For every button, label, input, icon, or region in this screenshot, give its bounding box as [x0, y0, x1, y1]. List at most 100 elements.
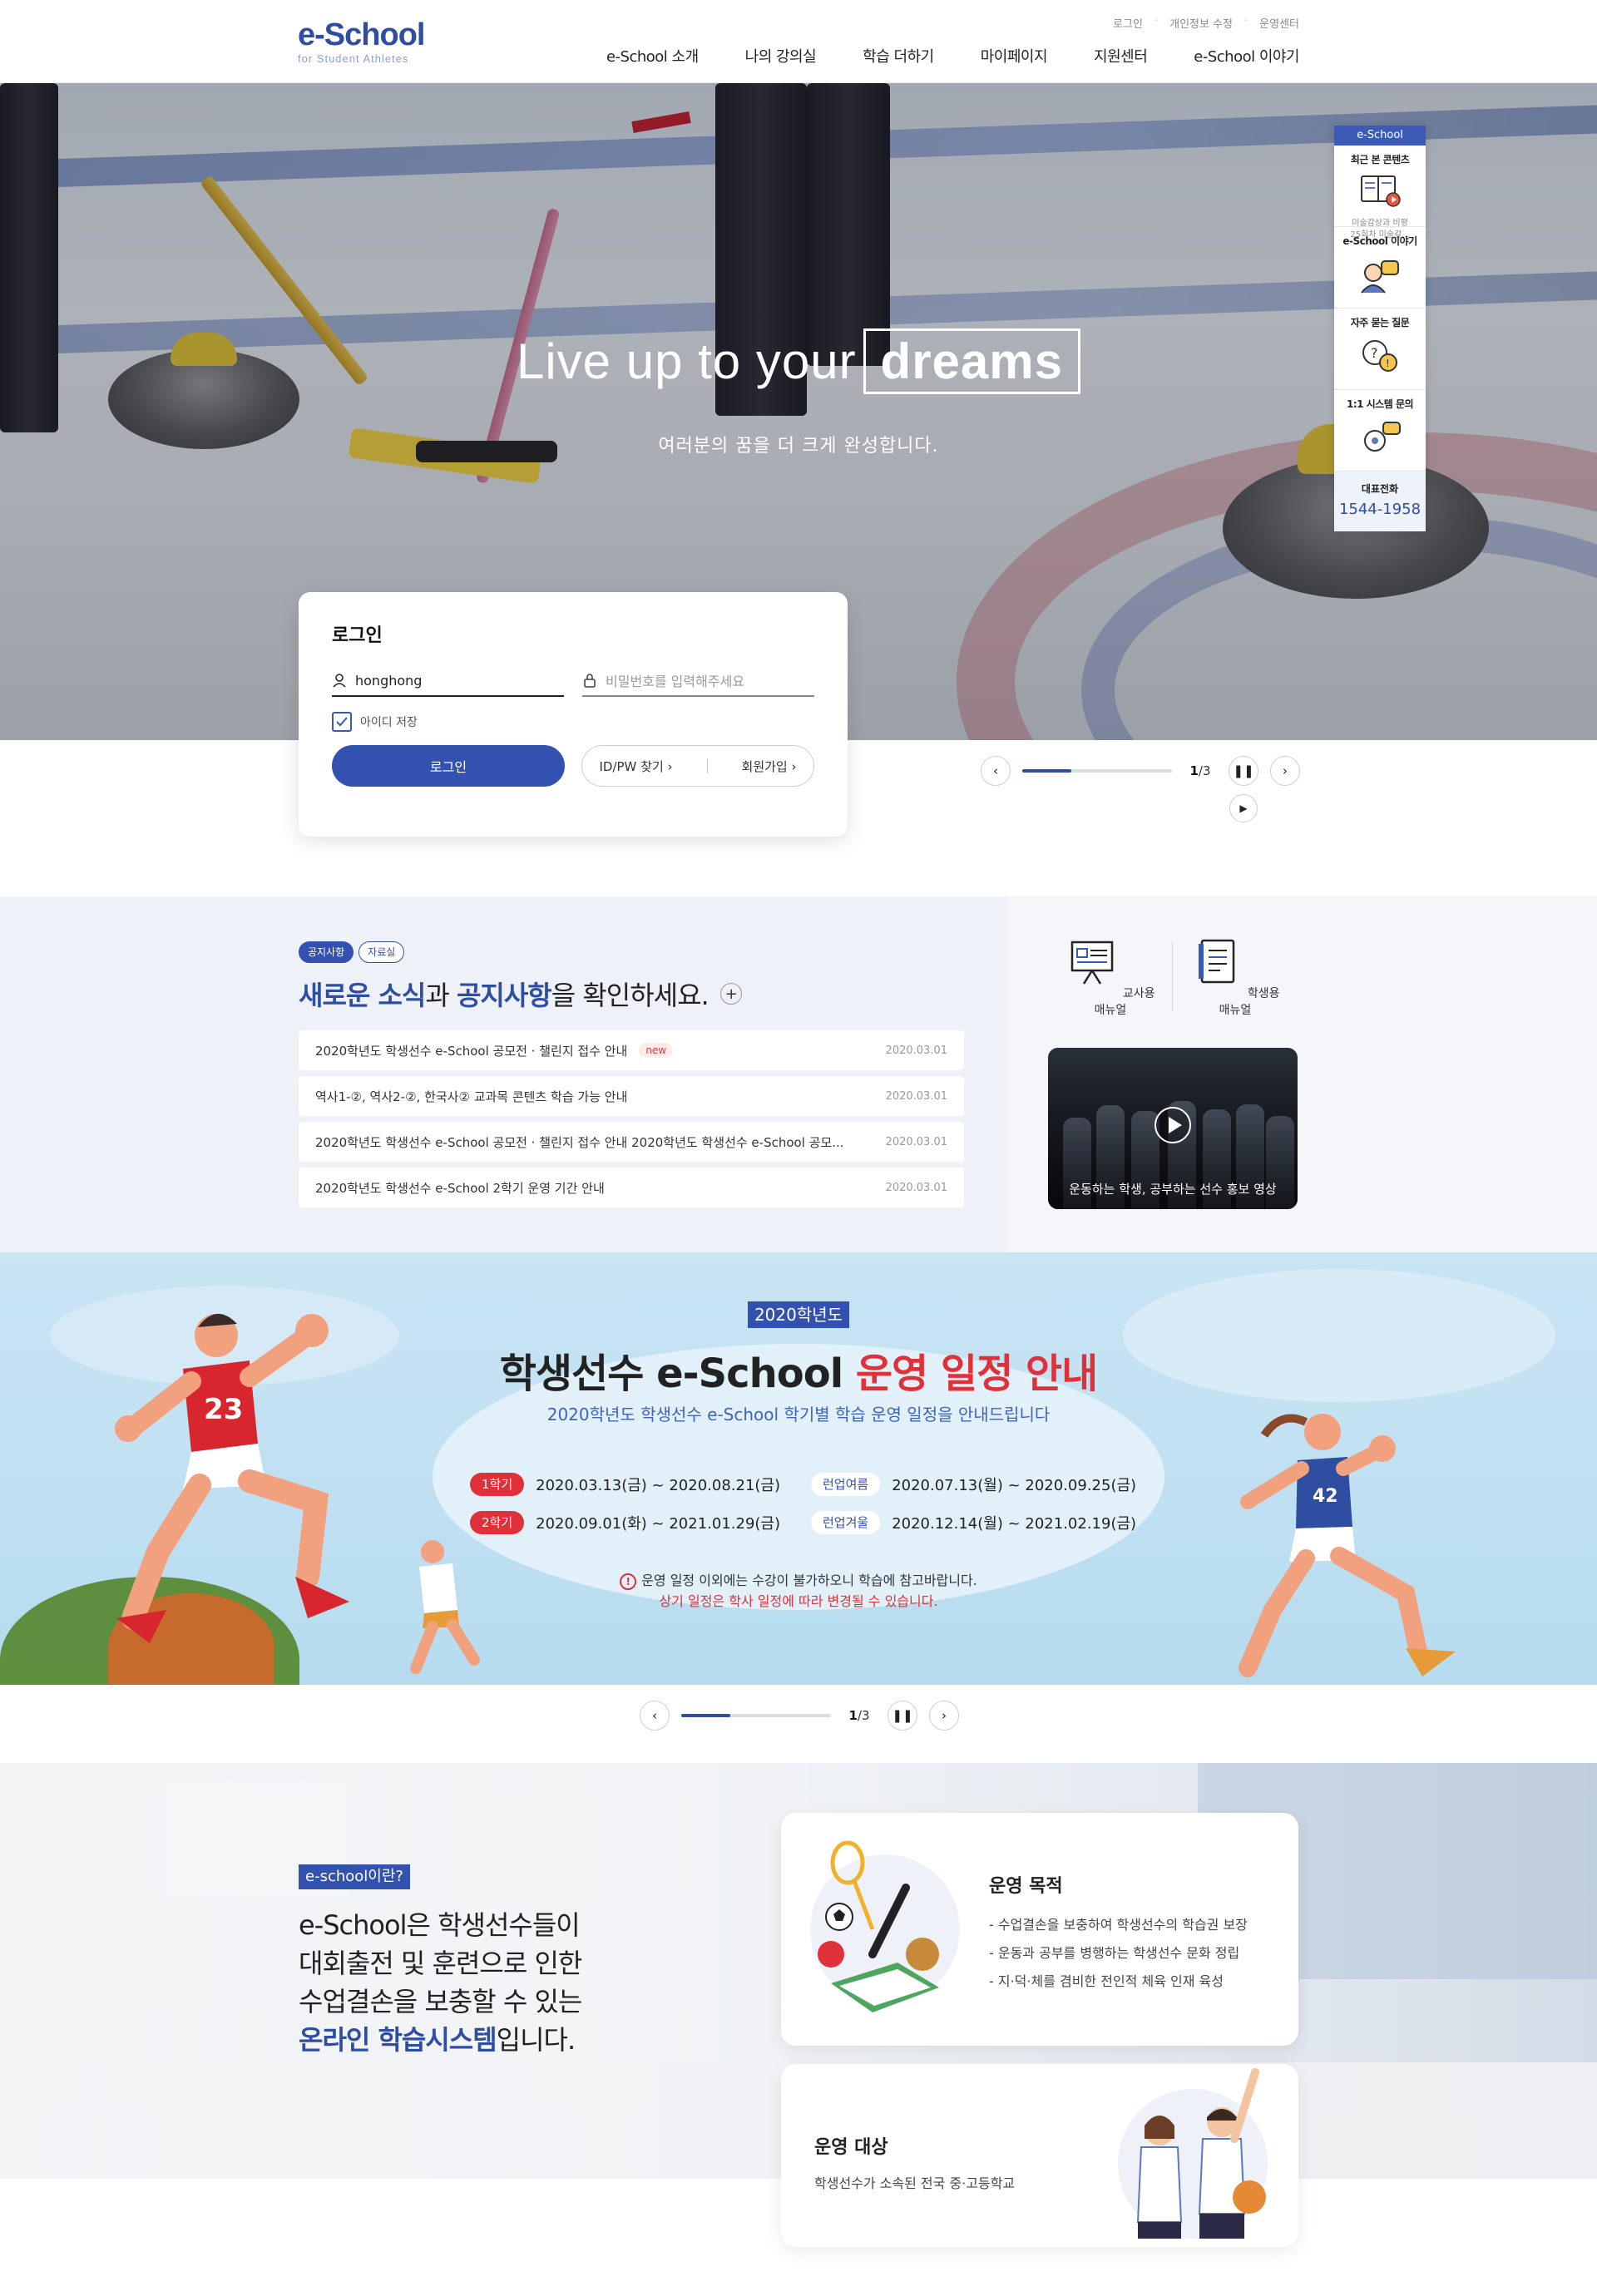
person-chat-icon: [1361, 260, 1399, 294]
nav-item-mypage[interactable]: 마이페이지: [981, 45, 1048, 67]
quick-recent-content[interactable]: 최근 본 콘텐츠 미술감상과 비평 25회차 미술감...: [1334, 146, 1426, 239]
util-login-link[interactable]: 로그인: [1113, 15, 1143, 31]
slider-prev-button[interactable]: ‹: [640, 1701, 670, 1731]
list-item: - 지·덕·체를 겸비한 전인적 체육 인재 육성: [989, 1973, 1224, 1989]
login-sub-links: ID/PW 찾기 › 회원가입 ›: [581, 745, 814, 787]
faq-icon: ? !: [1362, 340, 1397, 372]
about-description: e-School은 학생선수들이 대회출전 및 훈련으로 인한 수업결손을 보충…: [299, 1906, 582, 2059]
nav-item-my-classroom[interactable]: 나의 강의실: [745, 45, 817, 67]
promo-video[interactable]: 운동하는 학생, 공부하는 선수 홍보 영상: [1048, 1048, 1298, 1209]
schedule-change-notice: 상기 일정은 학사 일정에 따라 변경될 수 있습니다.: [659, 1593, 938, 1609]
runner-small-illustration: [410, 1540, 480, 1674]
student-manual-link[interactable]: 학생용 매뉴얼: [1185, 936, 1285, 1018]
divider: [1172, 941, 1173, 1011]
semester-label: 2학기: [470, 1511, 525, 1534]
password-placeholder: 비밀번호를 입력해주세요: [606, 674, 745, 689]
list-item[interactable]: 2020학년도 학생선수 e-School 공모전 · 챌린지 접수 안내 new…: [299, 1030, 964, 1070]
utility-menu: 로그인 · 개인정보 수정 · 운영센터: [1113, 15, 1299, 31]
util-edit-profile-link[interactable]: 개인정보 수정: [1169, 15, 1233, 31]
semester-range: 2020.03.13(금) ~ 2020.08.21(금): [536, 1477, 781, 1494]
teacher-manual-label: 교사용 매뉴얼: [1094, 987, 1155, 1017]
slider-pause-button[interactable]: ❚❚: [887, 1701, 917, 1731]
list-item[interactable]: 2020학년도 학생선수 e-School 2학기 운영 기간 안내 2020.…: [299, 1168, 964, 1207]
slider-prev-button[interactable]: ‹: [981, 756, 1011, 786]
pause-icon: ❚❚: [1233, 763, 1254, 778]
notice-title-highlight2: 공지사항: [456, 980, 552, 1011]
slider-progress-bar: [1022, 769, 1172, 773]
slider-progress-bar: [681, 1714, 831, 1717]
schedule-row-semester1: 1학기 2020.03.13(금) ~ 2020.08.21(금): [470, 1473, 780, 1496]
presentation-board-icon: [1071, 941, 1114, 985]
logo[interactable]: e-School for Student Athletes: [298, 18, 425, 65]
util-operation-center-link[interactable]: 운영센터: [1259, 15, 1299, 31]
nav-item-support[interactable]: 지원센터: [1094, 45, 1148, 67]
slider-total: /3: [1198, 763, 1211, 778]
chevron-right-icon: ›: [667, 758, 673, 774]
list-item[interactable]: 역사1-②, 역사2-②, 한국사② 교과목 콘텐츠 학습 가능 안내 2020…: [299, 1076, 964, 1116]
list-item[interactable]: 2020학년도 학생선수 e-School 공모전 · 챌린지 접수 안내 20…: [299, 1122, 964, 1162]
semester-range: 2020.09.01(화) ~ 2021.01.29(금): [536, 1515, 781, 1533]
list-item: - 수업결손을 보충하여 학생선수의 학습권 보장: [989, 1917, 1248, 1933]
chevron-left-icon: ‹: [993, 763, 998, 778]
tab-notice[interactable]: 공지사항: [299, 941, 354, 963]
chevron-right-icon: ›: [942, 1708, 947, 1723]
slider-progress-fill: [1022, 769, 1072, 773]
notice-item-date: 2020.03.01: [885, 1135, 947, 1148]
students-illustration: [1118, 2068, 1268, 2239]
quick-faq[interactable]: 자주 묻는 질문 ? !: [1334, 309, 1426, 390]
runner-right-illustration: 42: [1239, 1414, 1456, 1677]
quick-item-label: 자주 묻는 질문: [1350, 317, 1410, 328]
teacher-manual-link[interactable]: 교사용 매뉴얼: [1061, 936, 1160, 1018]
slider-pager: 1/3: [1184, 763, 1217, 778]
target-title: 운영 대상: [814, 2137, 888, 2158]
season-range: 2020.12.14(월) ~ 2021.02.19(금): [892, 1515, 1137, 1533]
logo-tagline: for Student Athletes: [298, 52, 409, 65]
save-id-checkbox[interactable]: [332, 712, 352, 732]
play-icon[interactable]: [1154, 1106, 1192, 1144]
util-separator: ·: [1154, 15, 1159, 27]
alert-icon: !: [620, 1573, 637, 1590]
login-button[interactable]: 로그인: [332, 745, 565, 787]
login-box: 로그인 honghong 비밀번호를 입력해주세요 아이디 저장 로그인 ID/…: [299, 592, 848, 837]
gear-chat-icon: [1364, 422, 1401, 452]
schedule-row-summer: 런업여름 2020.07.13(월) ~ 2020.09.25(금): [811, 1473, 1136, 1496]
find-id-pw-link[interactable]: ID/PW 찾기 ›: [599, 758, 672, 775]
schedule-notice-text: 운영 일정 이외에는 수강이 불가하오니 학습에 참고바랍니다.: [641, 1573, 977, 1588]
phone-number[interactable]: 1544-1958: [1334, 501, 1426, 518]
password-field[interactable]: 비밀번호를 입력해주세요: [582, 665, 814, 697]
slider-current: 1: [848, 1708, 858, 1723]
more-plus-icon[interactable]: +: [719, 983, 742, 1005]
slider-pause-button[interactable]: ❚❚: [1229, 756, 1258, 786]
slider-play-button[interactable]: ▶: [1229, 794, 1258, 822]
about-highlight: 온라인 학습시스템: [299, 2024, 497, 2056]
quick-stories[interactable]: e-School 이야기: [1334, 227, 1426, 309]
schedule-title-red: 운영 일정 안내: [855, 1350, 1098, 1397]
save-id-option[interactable]: 아이디 저장: [332, 712, 814, 732]
svg-text:!: !: [1386, 358, 1390, 369]
slider-pager: 1/3: [843, 1708, 876, 1723]
find-id-pw-label: ID/PW 찾기: [599, 758, 664, 774]
nav-item-about[interactable]: e-School 소개: [606, 45, 699, 67]
notice-item-title: 2020학년도 학생선수 e-School 2학기 운영 기간 안내: [315, 1180, 605, 1196]
sports-equipment-illustration: [810, 1840, 960, 2012]
id-field[interactable]: honghong: [332, 665, 564, 697]
schedule-title: 학생선수 e-School 운영 일정 안내: [0, 1341, 1597, 1399]
util-separator: ·: [1244, 15, 1248, 27]
about-line-end: 입니다.: [496, 2024, 576, 2056]
schedule-year-badge: 2020학년도: [748, 1301, 849, 1328]
nav-item-learning-plus[interactable]: 학습 더하기: [863, 45, 934, 67]
nav-item-stories[interactable]: e-School 이야기: [1194, 45, 1299, 67]
notice-item-title: 2020학년도 학생선수 e-School 공모전 · 챌린지 접수 안내: [315, 1043, 628, 1059]
chevron-right-icon: ›: [791, 758, 797, 774]
quick-item-label: 최근 본 콘텐츠: [1350, 154, 1410, 165]
slider-next-button[interactable]: ›: [929, 1701, 959, 1731]
svg-text:42: 42: [1313, 1486, 1338, 1507]
quick-inquiry[interactable]: 1:1 시스템 문의: [1334, 390, 1426, 472]
lock-icon: [584, 674, 596, 688]
signup-link[interactable]: 회원가입 ›: [742, 758, 797, 775]
hero-title-highlight: dreams: [863, 328, 1081, 394]
slider-current: 1: [1189, 763, 1199, 778]
svg-text:?: ?: [1371, 345, 1378, 361]
slider-next-button[interactable]: ›: [1270, 756, 1300, 786]
tab-resources[interactable]: 자료실: [358, 941, 405, 963]
